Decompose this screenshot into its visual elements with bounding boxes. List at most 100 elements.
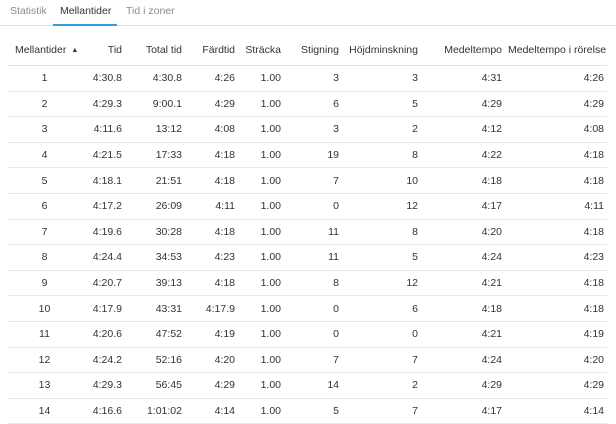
tab-tid-i-zoner[interactable]: Tid i zoner [126,5,175,17]
table-cell: 4:29 [421,91,505,118]
table-cell: 3 [342,65,421,92]
col-header-stigning[interactable]: Stigning [284,34,342,66]
table-cell: 1.00 [238,219,284,246]
table-cell: 10 [7,295,82,322]
table-row: 7 4:19.6 30:28 4:18 1.00 11 8 4:20 4:18 [7,219,607,246]
table-cell: 1.00 [238,167,284,194]
table-cell: 47:52 [125,321,185,348]
table-cell: 4:12 [421,116,505,143]
table-cell: 1.00 [238,347,284,374]
table-cell: 4:19 [505,321,607,348]
table-cell: 6 [284,91,342,118]
table-cell: 52:16 [125,347,185,374]
table-cell: 4:17.9 [185,295,238,322]
table-cell: 4:17.2 [82,193,125,220]
col-header-fardtid[interactable]: Färdtid [185,34,238,66]
tab-statistik[interactable]: Statistik [10,5,47,17]
table-cell: 4:22 [421,142,505,169]
col-header-mellantider[interactable]: Mellantider ▲ [7,34,82,66]
table-cell: 4:24 [421,244,505,271]
table-cell: 4:21 [421,321,505,348]
table-cell: 2 [342,372,421,399]
table-cell: 19 [284,142,342,169]
table-cell: 4:21.5 [82,142,125,169]
table-cell: 0 [342,321,421,348]
table-row: 4 4:21.5 17:33 4:18 1.00 19 8 4:22 4:18 [7,142,607,169]
table-cell: 4:20 [421,219,505,246]
col-header-medeltempo[interactable]: Medeltempo [421,34,505,66]
table-cell: 3 [284,65,342,92]
table-cell: 17:33 [125,142,185,169]
table-cell: 4:08 [185,116,238,143]
tab-mellantider[interactable]: Mellantider [60,5,111,17]
table-cell: 1.00 [238,244,284,271]
table-cell: 4:18 [185,167,238,194]
table-cell: 1.00 [238,372,284,399]
table-cell: 4:26 [505,65,607,92]
table-cell: 4:30.8 [82,65,125,92]
table-cell: 4:29 [505,91,607,118]
table-cell: 7 [284,167,342,194]
table-cell: 4:08 [505,116,607,143]
table-cell: 4:29 [505,372,607,399]
table-cell: 43:31 [125,295,185,322]
col-header-total-tid[interactable]: Total tid [125,34,185,66]
table-cell: 4:18 [421,295,505,322]
table-cell: 1 [7,65,82,92]
col-header-stracka[interactable]: Sträcka [238,34,284,66]
col-header-tid[interactable]: Tid [82,34,125,66]
table-cell: 1.00 [238,193,284,220]
table-cell: 4:23 [185,244,238,271]
table-cell: 8 [7,244,82,271]
table-cell: 4:19.6 [82,219,125,246]
col-header-medeltempo-i-rorelse[interactable]: Medeltempo i rörelse [505,34,607,66]
table-cell: 9 [7,270,82,297]
table-cell: 5 [342,91,421,118]
table-cell: 21:51 [125,167,185,194]
table-cell: 4:14 [505,398,607,424]
table-cell: 4:24.2 [82,347,125,374]
table-cell: 4:14 [185,398,238,424]
table-cell: 4:30.8 [125,65,185,92]
table-cell: 8 [342,142,421,169]
table-cell: 7 [342,398,421,424]
table-cell: 4:24.4 [82,244,125,271]
table-cell: 4:17 [421,193,505,220]
table-cell: 4 [7,142,82,169]
table-cell: 39:13 [125,270,185,297]
table-cell: 0 [284,321,342,348]
table-row: 3 4:11.6 13:12 4:08 1.00 3 2 4:12 4:08 [7,116,607,143]
table-cell: 4:29 [185,372,238,399]
table-cell: 4:18 [421,167,505,194]
sort-ascending-icon: ▲ [71,46,79,54]
table-cell: 6 [342,295,421,322]
table-cell: 12 [342,193,421,220]
table-cell: 4:29 [185,91,238,118]
table-cell: 1.00 [238,65,284,92]
table-cell: 1.00 [238,116,284,143]
table-cell: 12 [342,270,421,297]
col-header-hojdminskning[interactable]: Höjdminskning [342,34,421,66]
table-cell: 4:18 [505,142,607,169]
table-cell: 4:23 [505,244,607,271]
table-cell: 4:29.3 [82,91,125,118]
table-cell: 4:18.1 [82,167,125,194]
table-cell: 5 [7,167,82,194]
table-cell: 4:26 [185,65,238,92]
table-cell: 4:21 [421,270,505,297]
table-cell: 4:31 [421,65,505,92]
table-cell: 8 [342,219,421,246]
table-row: 11 4:20.6 47:52 4:19 1.00 0 0 4:21 4:19 [7,321,607,348]
table-cell: 4:18 [185,142,238,169]
table-cell: 30:28 [125,219,185,246]
table-cell: 4:29.3 [82,372,125,399]
table-cell: 13:12 [125,116,185,143]
table-cell: 2 [7,91,82,118]
table-row: 13 4:29.3 56:45 4:29 1.00 14 2 4:29 4:29 [7,372,607,399]
table-cell: 3 [7,116,82,143]
table-cell: 4:20 [185,347,238,374]
table-cell: 4:11 [505,193,607,220]
table-cell: 12 [7,347,82,374]
table-cell: 4:18 [505,219,607,246]
table-cell: 4:16.6 [82,398,125,424]
